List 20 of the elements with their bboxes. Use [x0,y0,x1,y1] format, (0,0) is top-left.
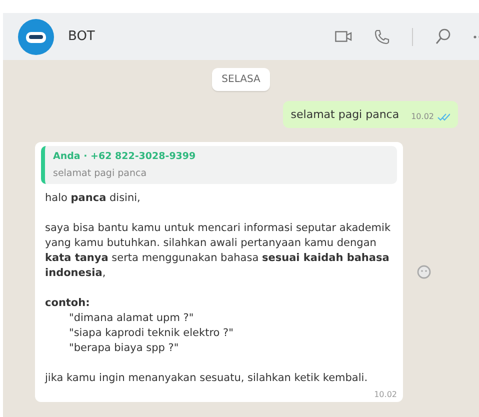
message-paragraph: halo panca disini, [45,191,142,206]
message-paragraph: saya bisa bantu kamu untuk mencari informasi seputar akademik yang kamu butuhkan. silahkan awali pertanyaan kamu dengan kata tanya serta menggunakan bahasa sesuai kaidah bahasa indonesia, [45,221,392,281]
example-question: "berapa biaya spp ?" [68,341,180,356]
message-time: 10.02 [374,390,397,399]
message-paragraph: jika kamu ingin menanyakan sesuatu, silahkan ketik kembali. [45,371,369,386]
date-chip: SELASA [212,68,270,91]
example-question: "siapa kaprodi teknik elektro ?" [68,326,234,341]
message-time: 10.02 [411,112,434,121]
avatar-icon[interactable] [18,18,54,54]
menu-icon[interactable] [473,34,479,38]
quote-author: Anda · +62 822-3028-9399 [53,151,197,162]
message-text: selamat pagi panca [290,108,400,121]
quote-text: selamat pagi panca [53,168,148,179]
video-call-icon[interactable] [335,31,352,42]
examples-heading: contoh: [45,296,91,311]
quoted-message[interactable]: Anda · +62 822-3028-9399 selamat pagi panca [41,146,397,184]
phone-icon[interactable] [374,28,390,44]
search-icon[interactable] [435,28,451,45]
contact-name: BOT [68,29,95,44]
example-question: "dimana alamat upm ?" [68,311,195,326]
